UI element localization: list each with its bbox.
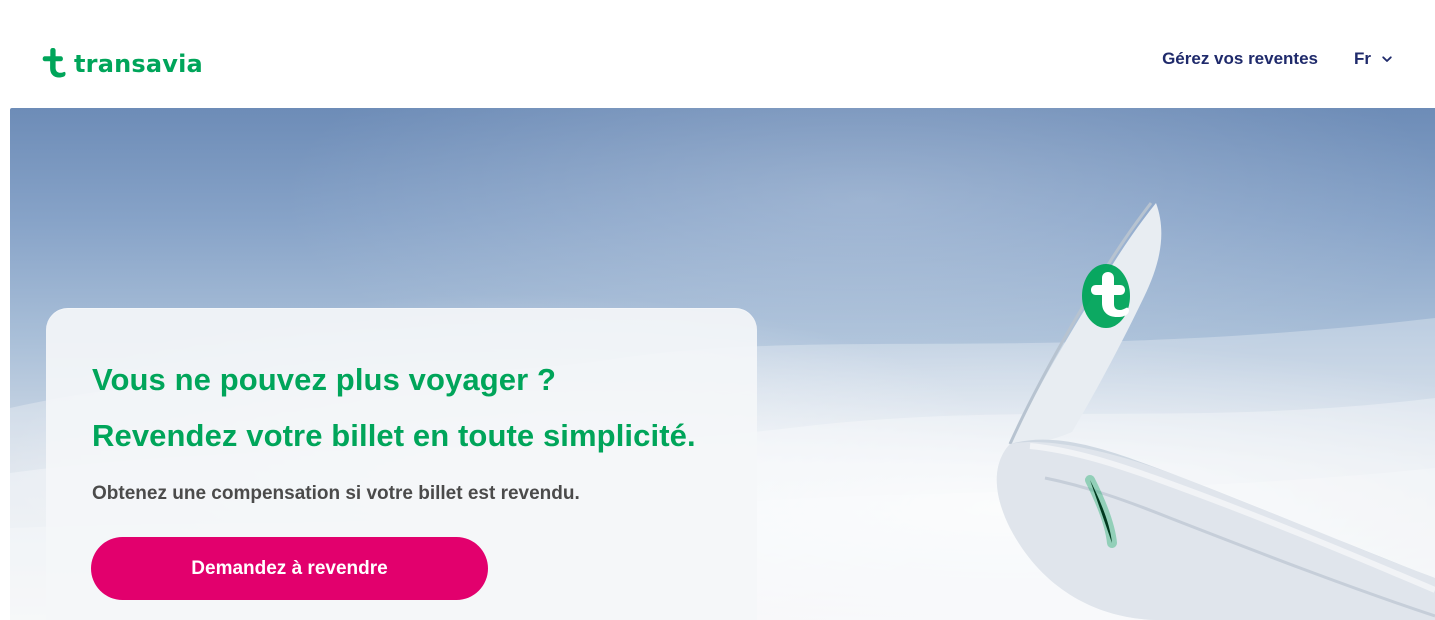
hero-title-line-2: Revendez votre billet en toute simplicit…: [92, 418, 696, 453]
language-selector[interactable]: Fr: [1354, 50, 1393, 67]
site-header: transavia Gérez vos reventes Fr: [0, 0, 1435, 108]
transavia-t-logo-icon: [42, 48, 66, 78]
top-navigation: Gérez vos reventes Fr: [1162, 50, 1393, 67]
resale-card: Vous ne pouvez plus voyager ? Revendez v…: [46, 308, 757, 620]
language-selector-label: Fr: [1354, 49, 1371, 68]
hero-subtitle: Obtenez une compensation si votre billet…: [92, 483, 580, 504]
hero-title-line-1: Vous ne pouvez plus voyager ?: [92, 362, 556, 397]
transavia-logo-link[interactable]: transavia: [40, 48, 203, 78]
manage-resales-link[interactable]: Gérez vos reventes: [1162, 50, 1318, 67]
chevron-down-icon: [1382, 55, 1392, 62]
hero-section: Vous ne pouvez plus voyager ? Revendez v…: [10, 108, 1435, 620]
brand-name: transavia: [74, 50, 203, 78]
page: transavia Gérez vos reventes Fr Vous ne …: [0, 0, 1435, 620]
request-resale-button[interactable]: Demandez à revendre: [91, 537, 488, 600]
